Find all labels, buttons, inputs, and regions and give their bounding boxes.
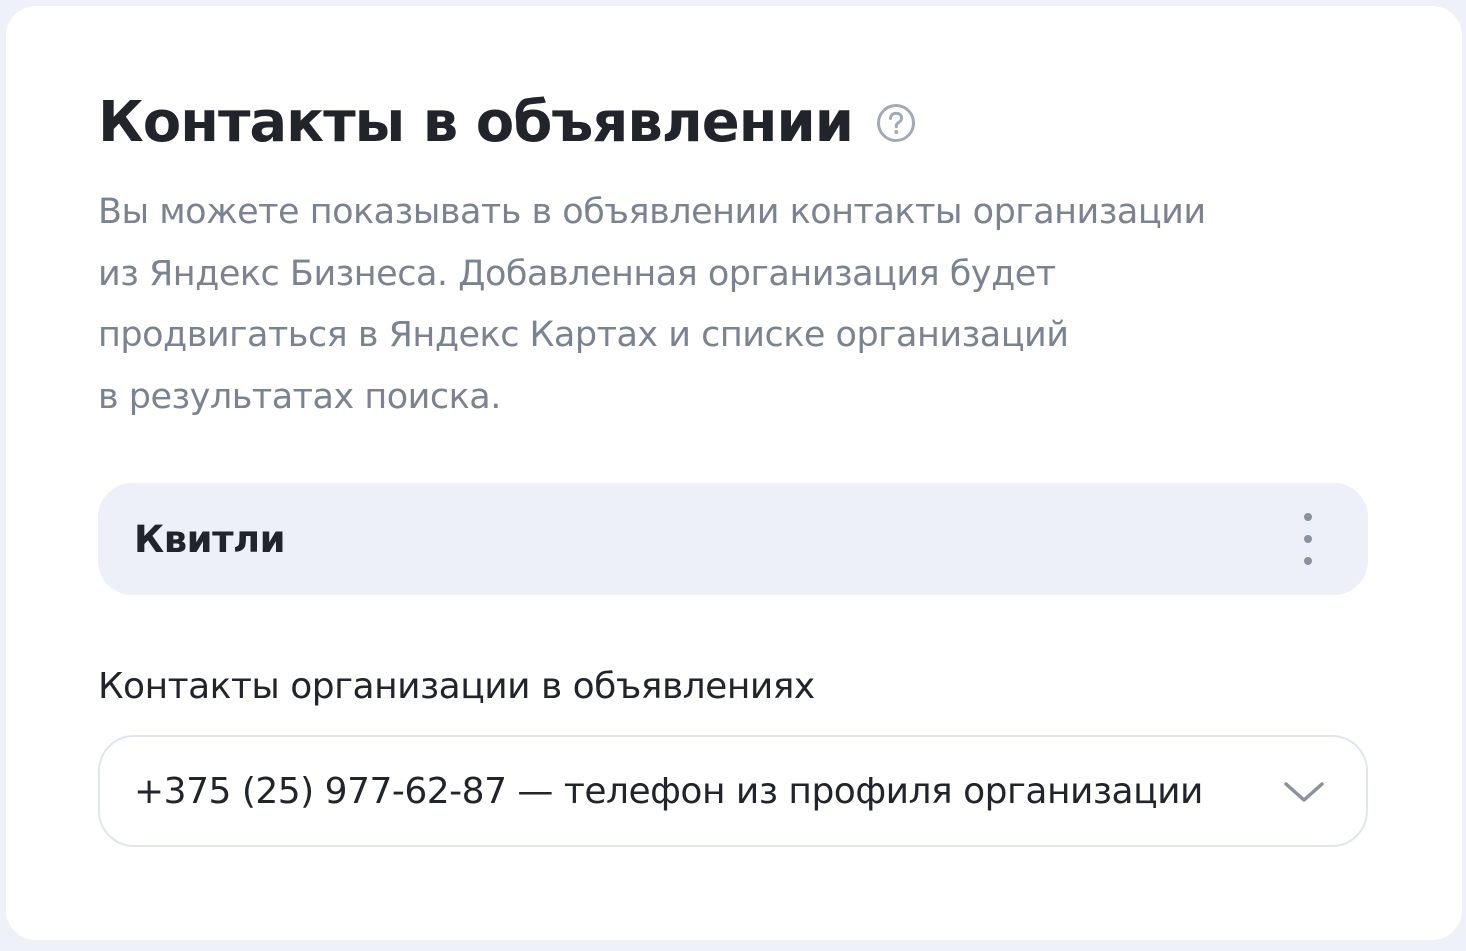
contacts-select-value: +375 (25) 977-62-87 — телефон из профиля… [134,770,1203,812]
help-circle-icon[interactable] [875,102,917,144]
organization-name: Квитли [134,517,286,561]
more-vertical-icon[interactable] [1294,513,1322,565]
organization-card: Квитли [98,483,1368,595]
menu-dot [1304,557,1312,565]
title-row: Контакты в объявлении [98,88,917,158]
description-line: Вы можете показывать в объявлении контак… [98,192,1206,232]
menu-dot [1304,513,1312,521]
contacts-field-label: Контакты организации в объявлениях [98,666,815,707]
chevron-down-icon [1282,775,1326,807]
section-description: Вы можете показывать в объявлении контак… [98,182,1288,428]
contacts-select[interactable]: +375 (25) 977-62-87 — телефон из профиля… [98,735,1368,847]
menu-dot [1304,535,1312,543]
section-title: Контакты в объявлении [98,90,854,155]
description-line: в результатах поиска. [98,376,501,417]
description-line: продвигаться в Яндекс Картах и списке ор… [98,315,1069,355]
description-line: из Яндекс Бизнеса. Добавленная организац… [98,253,1056,294]
contacts-settings-card: Контакты в объявлении Вы можете показыва… [6,6,1462,940]
